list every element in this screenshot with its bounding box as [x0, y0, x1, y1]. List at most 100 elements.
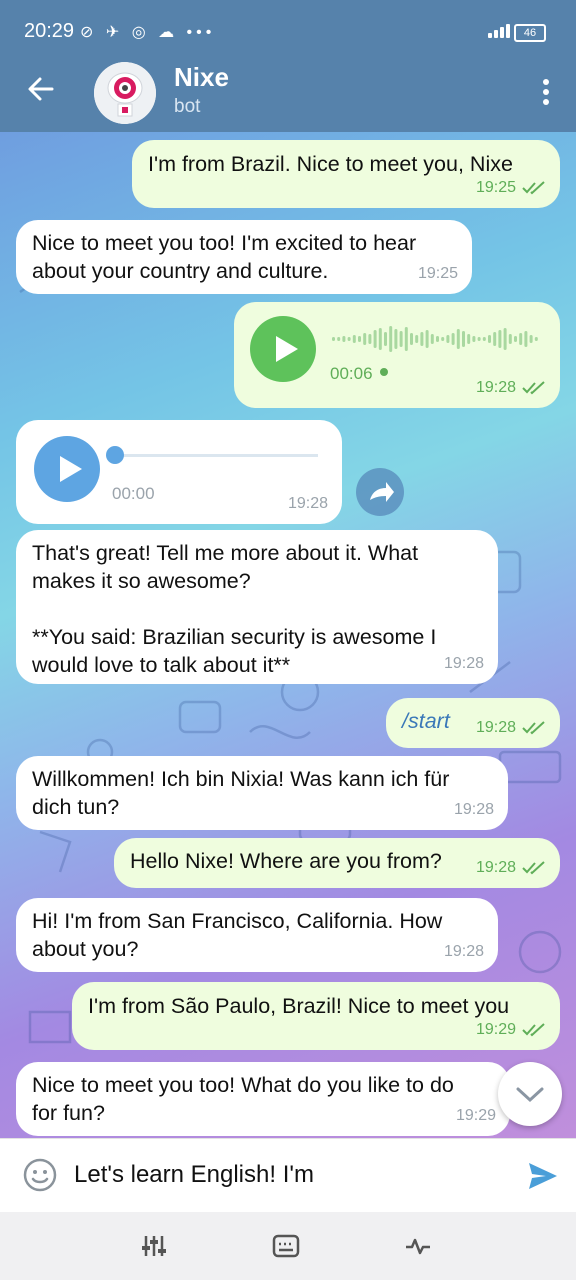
message-time: 19:28: [453, 801, 494, 818]
message-incoming[interactable]: Nice to meet you too! I'm excited to hea…: [16, 220, 472, 294]
message-text: Nice to meet you too! What do you like t…: [32, 1073, 454, 1125]
message-incoming[interactable]: Willkommen! Ich bin Nixia! Was kann ich …: [16, 756, 508, 830]
play-button[interactable]: [250, 316, 316, 382]
activity-icon[interactable]: [404, 1232, 432, 1260]
waveform-bar: [451, 333, 455, 345]
waveform-bar: [425, 330, 429, 348]
message-text: Hi! I'm from San Francisco, California. …: [32, 909, 443, 961]
waveform-bar: [462, 331, 465, 347]
play-button[interactable]: [34, 436, 100, 502]
more-options-icon[interactable]: [542, 78, 550, 106]
audio-message-incoming[interactable]: 00:00 19:28: [16, 420, 342, 524]
waveform-bar: [519, 333, 523, 345]
waveform-bar: [467, 334, 471, 344]
message-text: Nice to meet you too! I'm excited to hea…: [32, 231, 417, 283]
message-time: 19:25: [475, 179, 516, 196]
waveform-bar: [498, 330, 502, 348]
message-time: 19:29: [475, 1021, 516, 1038]
waveform-bar: [446, 335, 450, 343]
forward-button[interactable]: [356, 468, 404, 516]
status-time: 20:29: [24, 20, 75, 42]
chat-subtitle: bot: [174, 96, 201, 117]
waveform-bar: [477, 337, 481, 341]
battery-icon: 46: [514, 24, 546, 42]
message-time: 19:28: [443, 655, 484, 672]
message-input[interactable]: [74, 1157, 494, 1193]
forward-icon: [370, 482, 394, 502]
signal-icon: [488, 24, 510, 38]
waveform-bar: [493, 332, 497, 346]
message-outgoing[interactable]: /start 19:28: [386, 698, 560, 748]
waveform-bar: [529, 335, 533, 343]
message-composer: [0, 1138, 576, 1213]
waveform-bar: [404, 327, 408, 351]
message-incoming[interactable]: That's great! Tell me more about it. Wha…: [16, 530, 498, 684]
waveform-bar: [378, 328, 382, 350]
message-time: 19:28: [475, 719, 516, 736]
waveform-bar: [373, 330, 377, 348]
waveform-bar: [337, 337, 341, 341]
system-nav-bar: [0, 1212, 576, 1280]
waveform-bar: [368, 334, 372, 344]
message-outgoing[interactable]: I'm from São Paulo, Brazil! Nice to meet…: [72, 982, 560, 1050]
double-check-icon: [522, 861, 545, 875]
message-incoming[interactable]: Hi! I'm from San Francisco, California. …: [16, 898, 498, 972]
waveform-bar: [482, 337, 486, 341]
waveform-bar: [352, 335, 356, 343]
seek-handle[interactable]: [106, 446, 124, 464]
message-outgoing[interactable]: I'm from Brazil. Nice to meet you, Nixe …: [132, 140, 560, 208]
scroll-down-button[interactable]: [498, 1062, 562, 1126]
waveform-bar: [415, 335, 419, 343]
message-outgoing[interactable]: Hello Nixe! Where are you from? 19:28: [114, 838, 560, 888]
waveform-bar: [514, 336, 517, 342]
waveform-bar: [441, 337, 445, 341]
double-check-icon: [522, 1023, 545, 1037]
avatar[interactable]: [94, 62, 156, 124]
chat-area[interactable]: I'm from Brazil. Nice to meet you, Nixe …: [0, 132, 576, 1138]
waveform[interactable]: [332, 324, 542, 354]
chevron-down-icon: [516, 1087, 544, 1103]
emoji-icon[interactable]: [22, 1157, 58, 1193]
waveform-bar: [503, 328, 507, 350]
notification-icons: ⊘ ✈ ◎ ☁ •••: [80, 24, 216, 41]
unplayed-dot: [380, 368, 388, 376]
double-check-icon: [522, 721, 545, 735]
waveform-bar: [332, 337, 335, 341]
message-time: 19:28: [287, 495, 328, 512]
message-text: That's great! Tell me more about it. Wha…: [32, 541, 437, 677]
play-icon: [276, 336, 298, 362]
message-time: 19:25: [417, 265, 458, 282]
keyboard-icon[interactable]: [272, 1232, 300, 1260]
waveform-bar: [472, 336, 476, 342]
audio-duration: 00:00: [112, 484, 155, 503]
waveform-bar: [488, 335, 491, 343]
waveform-bar: [389, 326, 393, 352]
waveform-bar: [384, 332, 387, 346]
message-time: 19:28: [443, 943, 484, 960]
message-time: 19:28: [475, 379, 516, 396]
back-arrow-icon[interactable]: [26, 74, 56, 104]
waveform-bar: [342, 336, 346, 342]
waveform-bar: [420, 332, 424, 346]
status-bar: 20:29 ⊘ ✈ ◎ ☁ ••• 46: [0, 0, 576, 60]
waveform-bar: [410, 333, 413, 345]
voice-message-outgoing[interactable]: 00:06 19:28: [234, 302, 560, 408]
waveform-bar: [524, 331, 528, 347]
message-time: 19:29: [455, 1107, 496, 1124]
message-incoming[interactable]: Nice to meet you too! What do you like t…: [16, 1062, 510, 1136]
message-text: Willkommen! Ich bin Nixia! Was kann ich …: [32, 767, 450, 819]
waveform-bar: [347, 337, 351, 341]
waveform-bar: [436, 336, 439, 342]
equalizer-icon[interactable]: [140, 1232, 168, 1260]
double-check-icon: [522, 381, 545, 395]
waveform-bar: [430, 334, 434, 344]
waveform-bar: [534, 337, 538, 341]
waveform-bar: [358, 336, 361, 342]
send-icon[interactable]: [526, 1159, 560, 1193]
waveform-bar: [508, 334, 512, 344]
waveform-bar: [399, 331, 403, 347]
chat-header: Nixe bot: [0, 56, 576, 132]
waveform-bar: [394, 329, 398, 349]
audio-seekbar[interactable]: [112, 454, 318, 457]
waveform-bar: [456, 329, 460, 349]
